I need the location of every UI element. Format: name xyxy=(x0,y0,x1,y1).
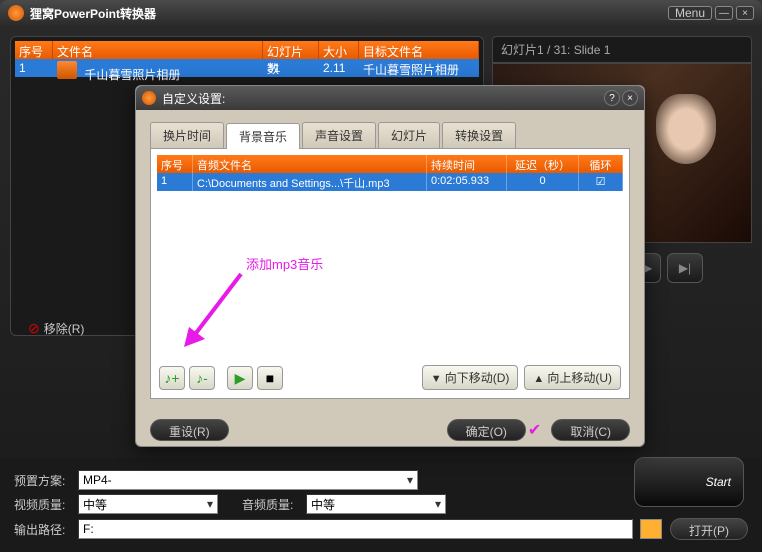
ok-checkmark-icon: ✔ xyxy=(528,420,541,440)
cell-filename: 千山暮雪照片相册 xyxy=(53,59,263,77)
cancel-button[interactable]: 取消(C) xyxy=(551,419,630,441)
acell-seq: 1 xyxy=(157,173,193,191)
minimize-button[interactable]: — xyxy=(715,6,733,20)
preset-select[interactable]: MP4- xyxy=(78,470,418,490)
tab-transition[interactable]: 换片时间 xyxy=(150,122,224,148)
ok-button[interactable]: 确定(O) xyxy=(447,419,526,441)
titlebar: 狸窝PowerPoint转换器 Menu — × xyxy=(0,0,762,26)
move-down-label: 向下移动(D) xyxy=(445,371,510,385)
preset-label: 预置方案: xyxy=(14,472,70,489)
cell-size: 2.11 xyxy=(319,59,359,77)
start-button[interactable]: Start xyxy=(634,457,744,507)
file-table-row[interactable]: 1 千山暮雪照片相册 31 2.11 千山暮雪照片相册 xyxy=(15,59,479,77)
tab-bg-music[interactable]: 背景音乐 xyxy=(226,123,300,149)
menu-label: Menu xyxy=(675,6,705,20)
browse-folder-button[interactable] xyxy=(640,519,662,539)
acol-dur: 持续时间 xyxy=(427,155,507,173)
remove-label: 移除(R) xyxy=(44,320,85,337)
ppt-icon xyxy=(57,61,77,79)
acol-seq: 序号 xyxy=(157,155,193,173)
dialog-title: 自定义设置: xyxy=(162,90,225,107)
acell-delay: 0 xyxy=(507,173,579,191)
acol-loop: 循环 xyxy=(579,155,623,173)
acol-delay: 延迟（秒） xyxy=(507,155,579,173)
move-up-button[interactable]: ▲ 向上移动(U) xyxy=(524,365,621,390)
move-up-label: 向上移动(U) xyxy=(547,371,612,385)
dialog-close-button[interactable]: × xyxy=(622,90,638,106)
file-table-header: 序号 文件名 幻灯片数 大小 目标文件名 xyxy=(15,41,479,59)
filename-text: 千山暮雪照片相册 xyxy=(80,66,184,84)
menu-button[interactable]: Menu xyxy=(668,6,712,20)
col-slides: 幻灯片数 xyxy=(263,41,319,59)
remove-audio-button[interactable]: ♪- xyxy=(189,366,215,390)
tab-sound[interactable]: 声音设置 xyxy=(302,122,376,148)
dialog-body: 换片时间 背景音乐 声音设置 幻灯片 转换设置 序号 音频文件名 持续时间 延迟… xyxy=(136,110,644,411)
aq-value: 中等 xyxy=(311,496,335,513)
vq-label: 视频质量: xyxy=(14,496,70,513)
cell-seq: 1 xyxy=(15,59,53,77)
move-down-button[interactable]: ▼ 向下移动(D) xyxy=(422,365,519,390)
dialog-tabs: 换片时间 背景音乐 声音设置 幻灯片 转换设置 xyxy=(150,122,630,149)
vq-value: 中等 xyxy=(83,496,107,513)
preview-label: 幻灯片1 / 31: Slide 1 xyxy=(492,36,752,63)
acell-file: C:\Documents and Settings...\千山.mp3 xyxy=(193,173,427,191)
acell-dur: 0:02:05.933 xyxy=(427,173,507,191)
dialog-titlebar: 自定义设置: ? × xyxy=(136,86,644,110)
path-label: 输出路径: xyxy=(14,521,70,538)
end-button[interactable]: ▶| xyxy=(667,253,703,283)
play-audio-button[interactable]: ▶ xyxy=(227,366,253,390)
start-label: Start xyxy=(706,475,731,489)
custom-settings-dialog: 自定义设置: ? × 换片时间 背景音乐 声音设置 幻灯片 转换设置 序号 音频… xyxy=(135,85,645,447)
add-audio-button[interactable]: ♪+ xyxy=(159,366,185,390)
audio-table-header: 序号 音频文件名 持续时间 延迟（秒） 循环 xyxy=(157,155,623,173)
close-button[interactable]: × xyxy=(736,6,754,20)
col-target: 目标文件名 xyxy=(359,41,479,59)
path-row: 输出路径: F: 打开(P) xyxy=(14,518,748,540)
move-buttons: ▼ 向下移动(D) ▲ 向上移动(U) xyxy=(422,365,621,390)
output-path-input[interactable]: F: xyxy=(78,519,633,539)
annotation-text: 添加mp3音乐 xyxy=(246,254,323,273)
cell-target: 千山暮雪照片相册 xyxy=(359,59,479,77)
video-quality-select[interactable]: 中等 xyxy=(78,494,218,514)
stop-audio-button[interactable]: ■ xyxy=(257,366,283,390)
acol-file: 音频文件名 xyxy=(193,155,427,173)
audio-tool-buttons: ♪+ ♪- ▶ ■ xyxy=(159,366,283,390)
dialog-tab-content: 序号 音频文件名 持续时间 延迟（秒） 循环 1 C:\Documents an… xyxy=(150,149,630,399)
aq-label: 音频质量: xyxy=(242,496,298,513)
open-button[interactable]: 打开(P) xyxy=(670,518,748,540)
col-filename: 文件名 xyxy=(53,41,263,59)
dialog-footer: 重设(R) 确定(O) ✔ 取消(C) xyxy=(136,411,644,449)
audio-table-row[interactable]: 1 C:\Documents and Settings...\千山.mp3 0:… xyxy=(157,173,623,191)
audio-quality-select[interactable]: 中等 xyxy=(306,494,446,514)
cell-slides: 31 xyxy=(263,59,319,77)
app-title: 狸窝PowerPoint转换器 xyxy=(30,5,665,22)
remove-button[interactable]: 移除(R) xyxy=(28,320,84,337)
reset-button[interactable]: 重设(R) xyxy=(150,419,229,441)
path-value: F: xyxy=(83,522,94,536)
preset-value: MP4- xyxy=(83,473,112,487)
annotation-arrow xyxy=(181,269,251,349)
dialog-icon xyxy=(142,91,156,105)
col-seq: 序号 xyxy=(15,41,53,59)
acell-loop: ☑ xyxy=(579,173,623,191)
app-icon xyxy=(8,5,24,21)
dialog-help-button[interactable]: ? xyxy=(604,90,620,106)
col-size: 大小 xyxy=(319,41,359,59)
tab-slides[interactable]: 幻灯片 xyxy=(378,122,440,148)
tab-convert[interactable]: 转换设置 xyxy=(442,122,516,148)
